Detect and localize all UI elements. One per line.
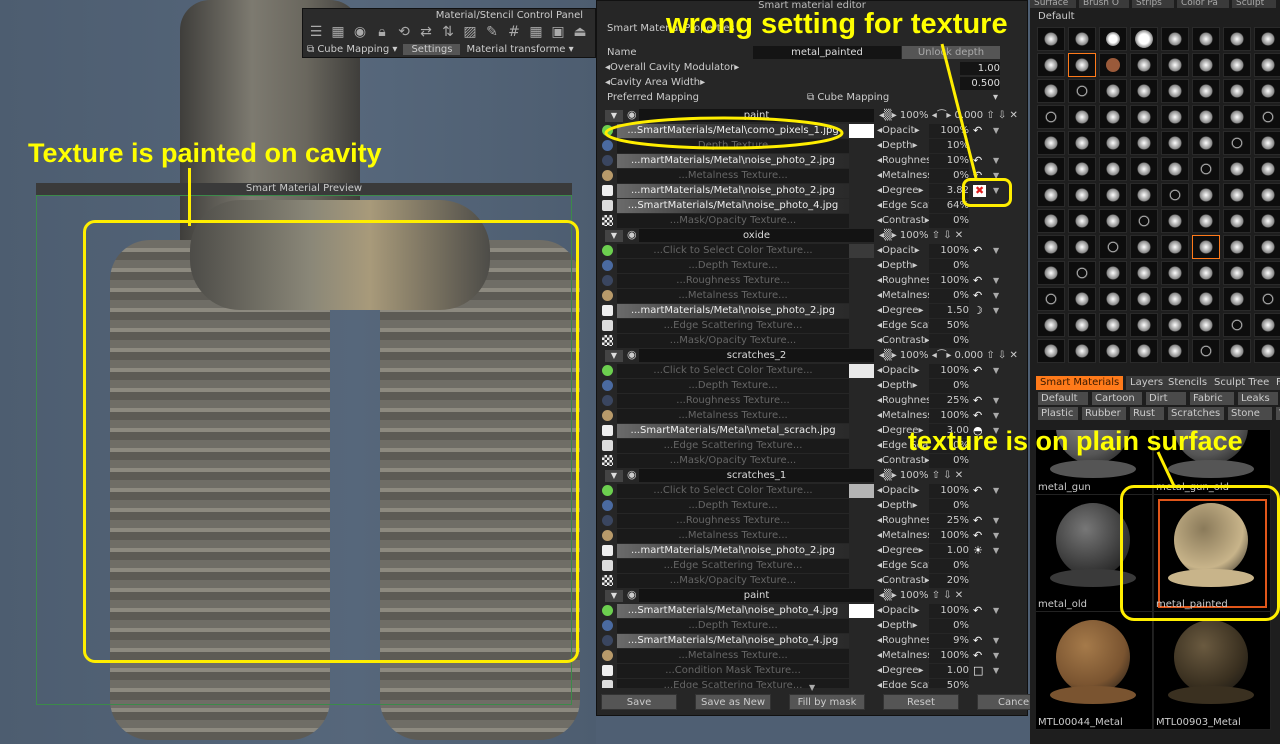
annotation-lines xyxy=(604,43,1176,487)
annotation-plain-surface: texture is on plain surface xyxy=(908,426,1243,456)
annotation-box-degree xyxy=(962,178,1012,207)
annotation-box-material xyxy=(1120,485,1280,621)
